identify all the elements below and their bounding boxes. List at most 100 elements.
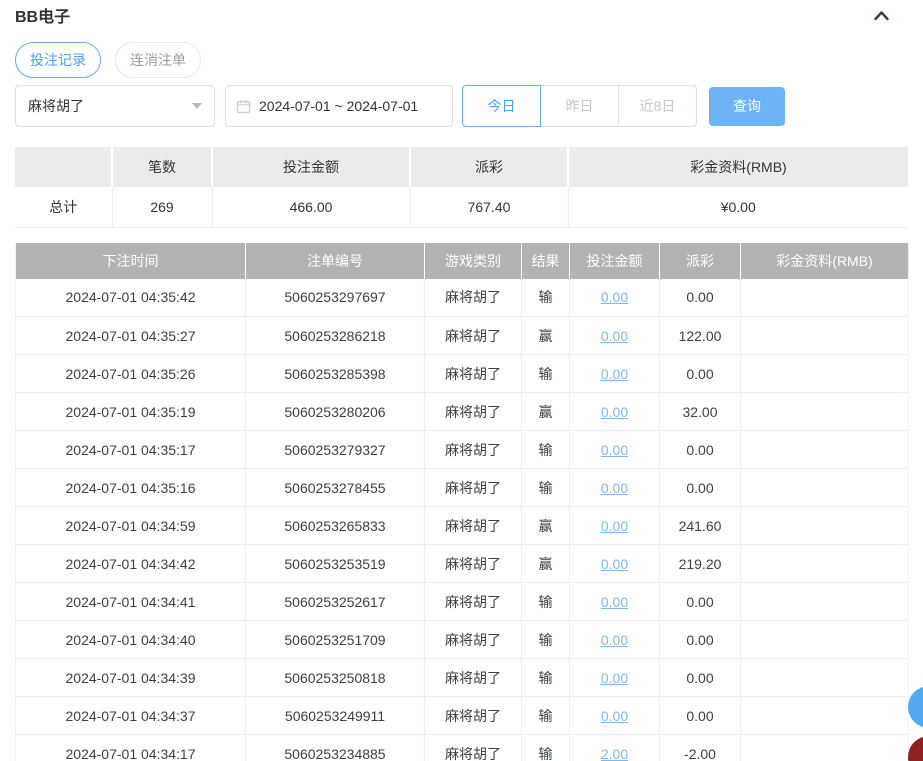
bet-amount-cell: 0.00: [570, 621, 660, 659]
records-column-header: 下注时间: [16, 243, 246, 279]
result-cell: 输: [522, 279, 570, 317]
betting-records-panel: BB电子 投注记录 连消注单 麻将胡了 2024-07-01 ~ 2024-07…: [0, 0, 923, 761]
float-button-red[interactable]: [908, 736, 923, 761]
bonus-cell: [741, 545, 909, 583]
summary-column-header: 彩金资料(RMB): [568, 147, 908, 187]
bet-amount-link[interactable]: 2.00: [601, 746, 628, 761]
result-cell: 输: [522, 355, 570, 393]
record-row: 2024-07-01 04:35:16 5060253278455 麻将胡了 输…: [16, 469, 909, 507]
bet-amount-cell: 0.00: [570, 507, 660, 545]
bet-time-cell: 2024-07-01 04:34:17: [16, 735, 246, 761]
bet-amount-cell: 0.00: [570, 355, 660, 393]
search-button[interactable]: 查询: [709, 87, 785, 126]
payout-cell: 0.00: [660, 279, 741, 317]
quick-range-yesterday[interactable]: 昨日: [540, 85, 619, 127]
date-range-input[interactable]: 2024-07-01 ~ 2024-07-01: [225, 85, 453, 127]
tab-cancelled-orders[interactable]: 连消注单: [115, 42, 201, 78]
bet-time-cell: 2024-07-01 04:35:42: [16, 279, 246, 317]
collapse-button[interactable]: [871, 8, 892, 23]
summary-table: 笔数投注金额派彩彩金资料(RMB) 总计 269 466.00 767.40 ¥…: [15, 147, 908, 228]
game-type-cell: 麻将胡了: [425, 431, 522, 469]
bet-amount-link[interactable]: 0.00: [601, 670, 628, 686]
bet-amount-cell: 0.00: [570, 279, 660, 317]
bet-time-cell: 2024-07-01 04:35:26: [16, 355, 246, 393]
payout-cell: 0.00: [660, 583, 741, 621]
panel-header: BB电子: [15, 0, 908, 25]
bet-time-cell: 2024-07-01 04:35:16: [16, 469, 246, 507]
game-type-cell: 麻将胡了: [425, 735, 522, 761]
page-title: BB电子: [15, 3, 70, 27]
bet-amount-link[interactable]: 0.00: [601, 632, 628, 648]
summary-total-label: 总计: [15, 187, 112, 227]
order-number-cell: 5060253279327: [246, 431, 425, 469]
order-number-cell: 5060253249911: [246, 697, 425, 735]
payout-cell: 0.00: [660, 469, 741, 507]
bet-amount-link[interactable]: 0.00: [601, 328, 628, 344]
bet-amount-link[interactable]: 0.00: [601, 366, 628, 382]
bonus-cell: [741, 393, 909, 431]
payout-cell: 219.20: [660, 545, 741, 583]
bet-amount-link[interactable]: 0.00: [601, 556, 628, 572]
result-cell: 赢: [522, 393, 570, 431]
records-column-header: 派彩: [660, 243, 741, 279]
bet-amount-link[interactable]: 0.00: [601, 708, 628, 724]
game-type-cell: 麻将胡了: [425, 393, 522, 431]
bonus-cell: [741, 697, 909, 735]
bonus-cell: [741, 355, 909, 393]
order-number-cell: 5060253251709: [246, 621, 425, 659]
game-select[interactable]: 麻将胡了: [15, 85, 215, 127]
payout-cell: 32.00: [660, 393, 741, 431]
tab-betting-records[interactable]: 投注记录: [15, 42, 101, 78]
result-cell: 赢: [522, 507, 570, 545]
bet-amount-link[interactable]: 0.00: [601, 480, 628, 496]
payout-cell: 241.60: [660, 507, 741, 545]
quick-range-group: 今日 昨日 近8日: [462, 85, 697, 127]
bonus-cell: [741, 469, 909, 507]
game-select-value: 麻将胡了: [28, 96, 84, 116]
order-number-cell: 5060253285398: [246, 355, 425, 393]
records-table: 下注时间注单编号游戏类别结果投注金额派彩彩金资料(RMB) 2024-07-01…: [15, 243, 909, 761]
result-cell: 输: [522, 735, 570, 761]
bet-time-cell: 2024-07-01 04:34:41: [16, 583, 246, 621]
bet-time-cell: 2024-07-01 04:34:42: [16, 545, 246, 583]
order-number-cell: 5060253278455: [246, 469, 425, 507]
summary-header-row: 笔数投注金额派彩彩金资料(RMB): [15, 147, 908, 187]
payout-cell: -2.00: [660, 735, 741, 761]
bet-amount-cell: 0.00: [570, 469, 660, 507]
bet-amount-link[interactable]: 0.00: [601, 594, 628, 610]
bonus-cell: [741, 507, 909, 545]
result-cell: 输: [522, 659, 570, 697]
order-number-cell: 5060253297697: [246, 279, 425, 317]
game-type-cell: 麻将胡了: [425, 621, 522, 659]
summary-column-header: 投注金额: [212, 147, 410, 187]
bonus-cell: [741, 735, 909, 761]
game-type-cell: 麻将胡了: [425, 545, 522, 583]
order-number-cell: 5060253286218: [246, 317, 425, 355]
game-type-cell: 麻将胡了: [425, 317, 522, 355]
bet-time-cell: 2024-07-01 04:34:59: [16, 507, 246, 545]
order-number-cell: 5060253280206: [246, 393, 425, 431]
quick-range-8days[interactable]: 近8日: [618, 85, 697, 127]
quick-range-today[interactable]: 今日: [462, 85, 541, 127]
records-column-header: 投注金额: [570, 243, 660, 279]
record-row: 2024-07-01 04:34:39 5060253250818 麻将胡了 输…: [16, 659, 909, 697]
bet-amount-link[interactable]: 0.00: [601, 289, 628, 305]
bet-amount-cell: 0.00: [570, 659, 660, 697]
records-column-header: 彩金资料(RMB): [741, 243, 909, 279]
chevron-up-icon: [873, 10, 890, 21]
records-column-header: 结果: [522, 243, 570, 279]
record-row: 2024-07-01 04:35:27 5060253286218 麻将胡了 赢…: [16, 317, 909, 355]
float-button-blue[interactable]: [908, 686, 923, 728]
bet-amount-link[interactable]: 0.00: [601, 518, 628, 534]
bet-amount-link[interactable]: 0.00: [601, 404, 628, 420]
result-cell: 输: [522, 621, 570, 659]
bet-amount-link[interactable]: 0.00: [601, 442, 628, 458]
bet-time-cell: 2024-07-01 04:35:27: [16, 317, 246, 355]
summary-total-count: 269: [112, 187, 212, 227]
record-row: 2024-07-01 04:34:40 5060253251709 麻将胡了 输…: [16, 621, 909, 659]
record-row: 2024-07-01 04:35:19 5060253280206 麻将胡了 赢…: [16, 393, 909, 431]
filter-row: 麻将胡了 2024-07-01 ~ 2024-07-01 今日 昨日 近8日 查…: [15, 85, 908, 127]
bet-time-cell: 2024-07-01 04:34:37: [16, 697, 246, 735]
bet-amount-cell: 0.00: [570, 697, 660, 735]
summary-total-payout: 767.40: [410, 187, 568, 227]
